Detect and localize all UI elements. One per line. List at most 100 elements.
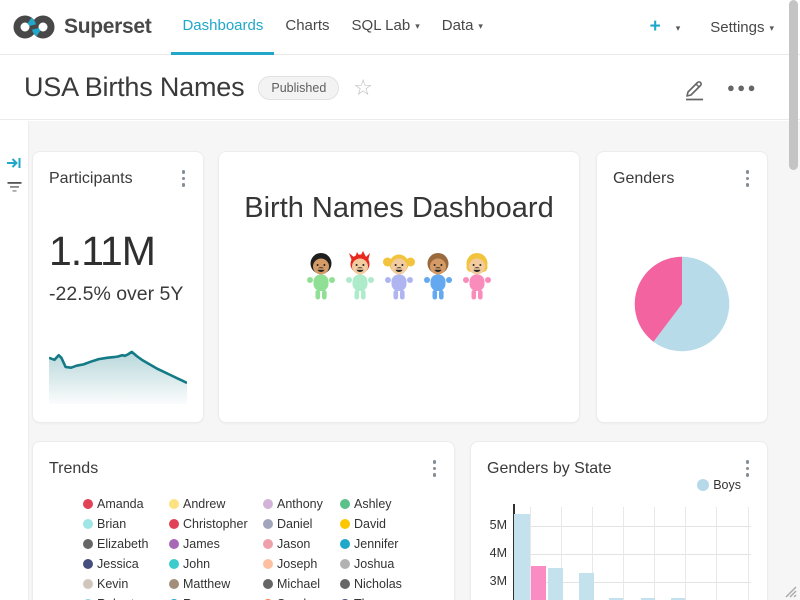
gridline <box>623 507 624 600</box>
legend-dot <box>169 539 179 549</box>
legend-item-robert[interactable]: Robert <box>83 594 169 600</box>
legend-dot <box>263 579 273 589</box>
dashboard-header: USA Births Names Published ☆ ●●● <box>0 56 800 120</box>
child-figure <box>459 251 495 303</box>
navbar: Superset DashboardsChartsSQL Lab▾Data▾ +… <box>0 0 800 55</box>
legend-item-james[interactable]: James <box>169 534 263 554</box>
legend-item-brian[interactable]: Brian <box>83 514 169 534</box>
legend-item-christopher[interactable]: Christopher <box>169 514 263 534</box>
legend-item-jason[interactable]: Jason <box>263 534 340 554</box>
legend-label: Ashley <box>354 497 392 511</box>
more-actions-icon[interactable]: ●●● <box>727 80 758 95</box>
legend-item-boys[interactable]: Boys <box>697 478 741 492</box>
legend-dot <box>697 479 709 491</box>
child-figure <box>303 251 339 303</box>
legend-item-ryan[interactable]: Ryan <box>169 594 263 600</box>
children-emoji-row <box>219 251 579 303</box>
legend-item-kevin[interactable]: Kevin <box>83 574 169 594</box>
bar-boys-3[interactable] <box>579 573 594 600</box>
gridline <box>654 507 655 600</box>
nav-item-dashboards[interactable]: Dashboards <box>171 0 274 55</box>
nav-item-sql-lab[interactable]: SQL Lab▾ <box>341 0 431 55</box>
legend-item-sarah[interactable]: Sarah <box>263 594 340 600</box>
expand-filter-bar-icon[interactable] <box>6 155 23 171</box>
chevron-down-icon[interactable]: ▾ <box>676 23 681 34</box>
kebab-menu-icon[interactable] <box>431 458 439 479</box>
settings-label: Settings <box>710 19 764 36</box>
legend-dot <box>169 579 179 589</box>
legend-label: Elizabeth <box>97 537 148 551</box>
kebab-menu-icon[interactable] <box>744 458 752 479</box>
kebab-menu-icon[interactable] <box>180 168 188 189</box>
legend-item-elizabeth[interactable]: Elizabeth <box>83 534 169 554</box>
legend-dot <box>263 559 273 569</box>
legend-item-david[interactable]: David <box>340 514 438 534</box>
legend-item-thomas[interactable]: Thomas <box>340 594 438 600</box>
legend-label: Joseph <box>277 557 317 571</box>
legend-item-nicholas[interactable]: Nicholas <box>340 574 438 594</box>
legend-item-matthew[interactable]: Matthew <box>169 574 263 594</box>
trends-legend: Amanda Andrew Anthony Ashley Brian Christophe… <box>83 494 438 600</box>
gridline <box>748 507 749 600</box>
legend-item-joshua[interactable]: Joshua <box>340 554 438 574</box>
resize-handle-icon[interactable] <box>782 583 797 598</box>
legend-label: James <box>183 537 220 551</box>
settings-menu[interactable]: Settings ▾ <box>710 19 774 36</box>
y-axis-tick: 4M <box>473 546 507 560</box>
legend-dot <box>169 559 179 569</box>
chart-title: Genders <box>613 170 751 188</box>
nav-item-data[interactable]: Data▾ <box>431 0 494 55</box>
participants-card: Participants 1.11M -22.5% over 5Y <box>32 151 204 423</box>
legend-dot <box>263 499 273 509</box>
legend-dot <box>83 579 93 589</box>
legend-item-amanda[interactable]: Amanda <box>83 494 169 514</box>
legend-item-daniel[interactable]: Daniel <box>263 514 340 534</box>
favorite-star-icon[interactable]: ☆ <box>353 77 373 99</box>
published-badge[interactable]: Published <box>258 76 339 100</box>
genders-pie-chart[interactable] <box>630 252 734 356</box>
legend-item-jessica[interactable]: Jessica <box>83 554 169 574</box>
child-figure <box>342 251 378 303</box>
header-actions: ●●● <box>683 75 776 101</box>
page-title: USA Births Names <box>24 72 244 103</box>
genders-pie-card: Genders <box>596 151 768 423</box>
legend-dot <box>169 519 179 529</box>
dashboard-body: Participants 1.11M -22.5% over 5Y Birth … <box>0 121 800 600</box>
legend-label: Andrew <box>183 497 225 511</box>
legend-label: John <box>183 557 210 571</box>
legend-label: Matthew <box>183 577 230 591</box>
superset-logo[interactable]: Superset <box>12 12 151 42</box>
legend-dot <box>340 519 350 529</box>
genders-by-state-card: Genders by State Boys 5M4M3M <box>470 441 768 600</box>
legend-dot <box>340 539 350 549</box>
bar-boys-2[interactable] <box>548 568 563 600</box>
chart-title: Genders by State <box>487 460 751 478</box>
legend-item-john[interactable]: John <box>169 554 263 574</box>
legend-label: Brian <box>97 517 126 531</box>
legend-label: Nicholas <box>354 577 402 591</box>
vertical-scrollbar[interactable] <box>789 0 798 170</box>
legend-dot <box>83 499 93 509</box>
legend-dot <box>83 539 93 549</box>
markdown-heading: Birth Names Dashboard <box>219 192 579 225</box>
legend-item-michael[interactable]: Michael <box>263 574 340 594</box>
legend-label: Christopher <box>183 517 248 531</box>
main-nav: DashboardsChartsSQL Lab▾Data▾ <box>171 0 493 55</box>
legend-item-anthony[interactable]: Anthony <box>263 494 340 514</box>
legend-item-ashley[interactable]: Ashley <box>340 494 438 514</box>
legend-item-jennifer[interactable]: Jennifer <box>340 534 438 554</box>
nav-item-charts[interactable]: Charts <box>274 0 340 55</box>
y-axis-tick: 5M <box>473 518 507 532</box>
edit-pencil-icon[interactable] <box>683 75 707 101</box>
legend-label: Jessica <box>97 557 139 571</box>
gridline <box>716 507 717 600</box>
gridline <box>685 507 686 600</box>
bar-boys-0[interactable] <box>514 514 530 600</box>
bar-girls-1[interactable] <box>531 566 546 600</box>
legend-label: Amanda <box>97 497 144 511</box>
filter-lines-icon[interactable] <box>6 181 23 194</box>
new-item-button[interactable]: + <box>648 16 663 38</box>
legend-item-joseph[interactable]: Joseph <box>263 554 340 574</box>
legend-item-andrew[interactable]: Andrew <box>169 494 263 514</box>
kebab-menu-icon[interactable] <box>744 168 752 189</box>
